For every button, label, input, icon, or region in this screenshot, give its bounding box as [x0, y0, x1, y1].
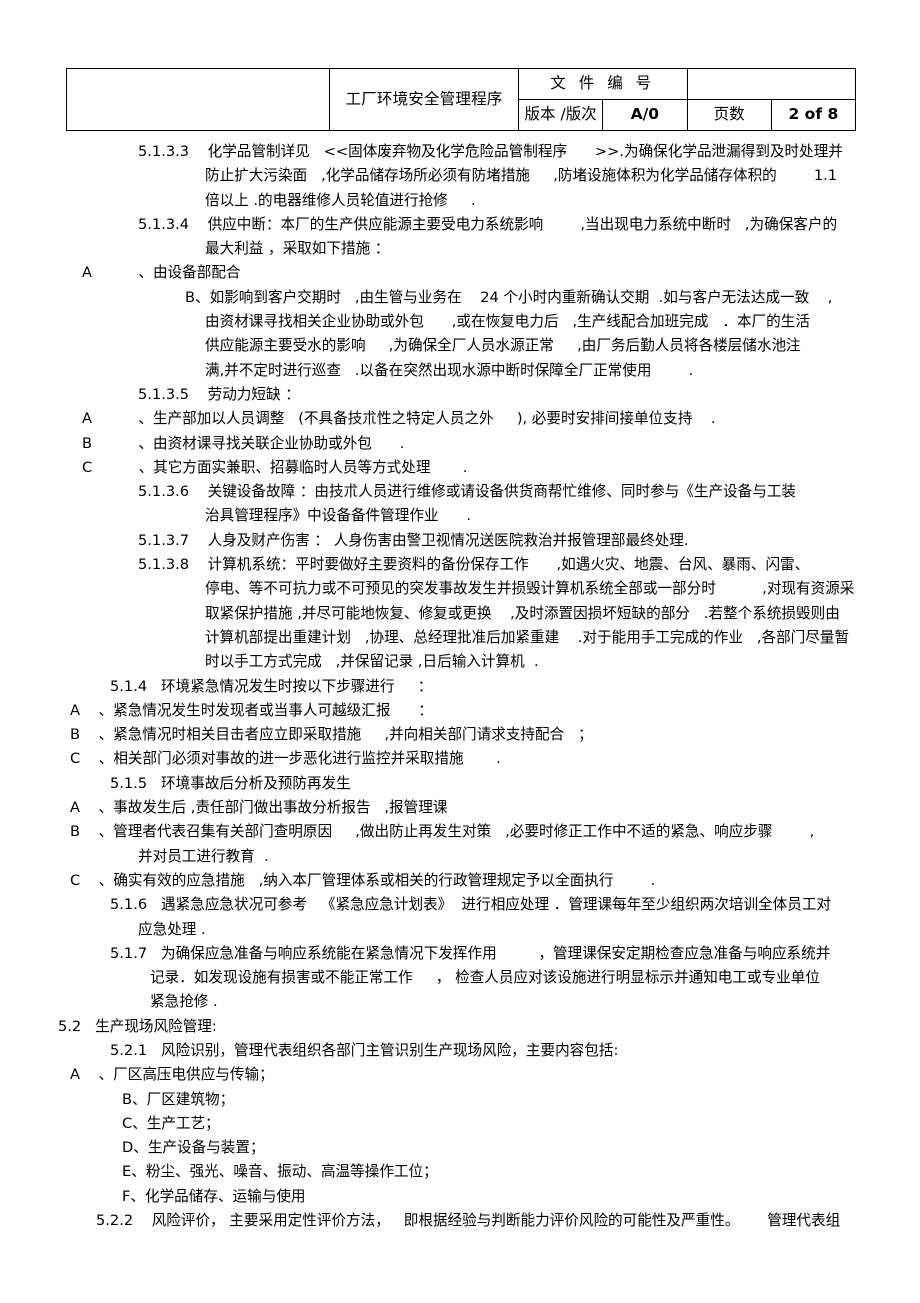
document-line: 时以手工方式完成 ,并保留记录 ,日后输入计算机 . — [205, 653, 539, 671]
document-line: A 、紧急情况发生时发现者或当事人可越级汇报 ： — [70, 701, 433, 719]
document-line: 5.1.3.7 人身及财产伤害 ： 人身伤害由警卫视情况送医院救治并报管理部最终… — [138, 531, 689, 549]
document-line: 记录．如发现设施有损害或不能正常工作 ， 检查人员应对该设施进行明显标示并通知电… — [150, 969, 820, 987]
header-document-title: 工厂环境安全管理程序 — [329, 68, 519, 131]
document-line: 5.1.3.8 计算机系统：平时要做好主要资料的备份保存工作 ,如遇火灾、地震、… — [138, 556, 810, 574]
document-line: 最大利益 ，采取如下措施 ： — [205, 240, 390, 258]
document-line: B、如影响到客户交期时 ,由生管与业务在 24 个小时内重新确认交期 .如与客户… — [185, 288, 833, 306]
document-line: 倍以上 .的电器维修人员轮值进行抢修 . — [205, 191, 476, 209]
document-line: C 、相关部门必须对事故的进一步恶化进行监控并采取措施 . — [70, 750, 501, 768]
header-doc-number-value — [686, 68, 856, 100]
document-line: C 、确实有效的应急措施 ,纳入本厂管理体系或相关的行政管理规定予以全面执行 . — [70, 871, 656, 889]
document-line: A 、厂区高压电供应与传输； — [70, 1066, 274, 1084]
document-line: 5.2.2 风险评价， 主要采用定性评价方法， 即根据经验与判断能力评价风险的可… — [96, 1212, 841, 1230]
document-line: 5.1.3.4 供应中断：本厂的生产供应能源主要受电力系统影响 ,当出现电力系统… — [138, 215, 838, 233]
document-header-table: 工厂环境安全管理程序 文 件 编 号 版本 /版次 A/0 页数 2 of 8 — [66, 68, 857, 131]
document-line: 5.1.6 遇紧急应急状况可参考 《紧急应急计划表》 进行相应处理 ．管理课每年… — [110, 896, 832, 914]
document-line: 防止扩大污染面 ,化学品储存场所必须有防堵措施 ,防堵设施体积为化学品储存体积的… — [205, 167, 838, 185]
header-page-label: 页数 — [686, 99, 772, 131]
document-line: 5.1.7 为确保应急准备与响应系统能在紧急情况下发挥作用 ，管理课保安定期检查… — [110, 944, 831, 962]
document-line: A 、事故发生后 ,责任部门做出事故分析报告 ,报管理课 — [70, 799, 448, 817]
document-body: 5.1.3.3 化学品管制详见 <<固体废弃物及化学危险品管制程序 >>.为确保… — [0, 140, 920, 1233]
document-line: C、生产工艺； — [122, 1114, 220, 1132]
header-blank-cell — [66, 68, 330, 131]
document-line: 5.1.4 环境紧急情况发生时按以下步骤进行 ： — [110, 677, 433, 695]
document-page: 工厂环境安全管理程序 文 件 编 号 版本 /版次 A/0 页数 2 of 8 … — [0, 0, 920, 1303]
header-row-1: 工厂环境安全管理程序 文 件 编 号 — [66, 68, 856, 131]
document-line: 5.1.3.3 化学品管制详见 <<固体废弃物及化学危险品管制程序 >>.为确保… — [138, 143, 843, 160]
document-line: 供应能源主要受水的影响 ,为确保全厂人员水源正常 ,由厂务后勤人员将各楼层储水池… — [205, 337, 801, 355]
document-line: A 、由设备部配合 — [82, 264, 241, 282]
document-line: 5.1.3.6 关键设备故障 ：由技朮人员进行维修或请设备供货商帮忙维修、同时参… — [138, 483, 797, 501]
document-line: 计算机部提出重建计划 ,协理、总经理批准后加紧重建 .对于能用手工完成的作业 ,… — [205, 628, 850, 646]
document-line: B、厂区建筑物； — [122, 1090, 235, 1108]
document-line: 5.2 生产现场风险管理: — [58, 1017, 217, 1035]
document-line: E、粉尘、强光、噪音、振动、高温等操作工位； — [122, 1163, 438, 1181]
header-version-value: A/0 — [602, 99, 688, 131]
document-line: 满,并不定时进行巡查 .以备在突然出现水源中断时保障全厂正常使用 . — [205, 361, 694, 379]
document-line: C 、其它方面实兼职、招募临时人员等方式处理 . — [82, 458, 468, 476]
document-line: 停电、等不可抗力或不可预见的突发事故发生并损毁计算机系统全部或一部分时 ,对现有… — [205, 580, 855, 598]
header-doc-number-label: 文 件 编 号 — [518, 68, 688, 100]
document-line: 取紧保护措施 ,并尽可能地恢复、修复或更换 ,及时添置因损坏短缺的部分 .若整个… — [205, 604, 840, 622]
document-line: A 、生产部加以人员调整 (不具备技朮性之特定人员之外 ), 必要时安排间接单位… — [82, 410, 716, 428]
document-line: 紧急抢修 . — [150, 993, 218, 1011]
document-line: 应急处理 . — [138, 920, 206, 938]
document-line: 由资材课寻找相关企业协助或外包 ,或在恢复电力后 ,生产线配合加班完成 ．本厂的… — [205, 313, 810, 331]
document-line: 并对员工进行教育 . — [138, 847, 269, 865]
document-line: 5.1.5 环境事故后分析及预防再发生 — [110, 774, 351, 792]
document-line: B 、紧急情况时相关目击者应立即采取措施 ,并向相关部门请求支持配合 ； — [70, 726, 593, 744]
header-page-value: 2 of 8 — [770, 99, 857, 131]
document-line: 5.1.3.5 劳动力短缺 ： — [138, 385, 300, 403]
document-line: 治具管理程序》中设备备件管理作业 . — [205, 507, 471, 525]
document-line: B 、由资材课寻找关联企业协助或外包 . — [82, 434, 405, 452]
document-line: F、化学品储存、运输与使用 — [122, 1187, 306, 1205]
document-line: B 、管理者代表召集有关部门查明原因 ,做出防止再发生对策 ,必要时修正工作中不… — [70, 823, 815, 841]
header-version-label: 版本 /版次 — [517, 99, 604, 131]
document-line: 5.2.1 风险识别，管理代表组织各部门主管识别生产现场风险，主要内容包括: — [110, 1041, 619, 1059]
document-line: D、生产设备与装置； — [122, 1139, 265, 1157]
